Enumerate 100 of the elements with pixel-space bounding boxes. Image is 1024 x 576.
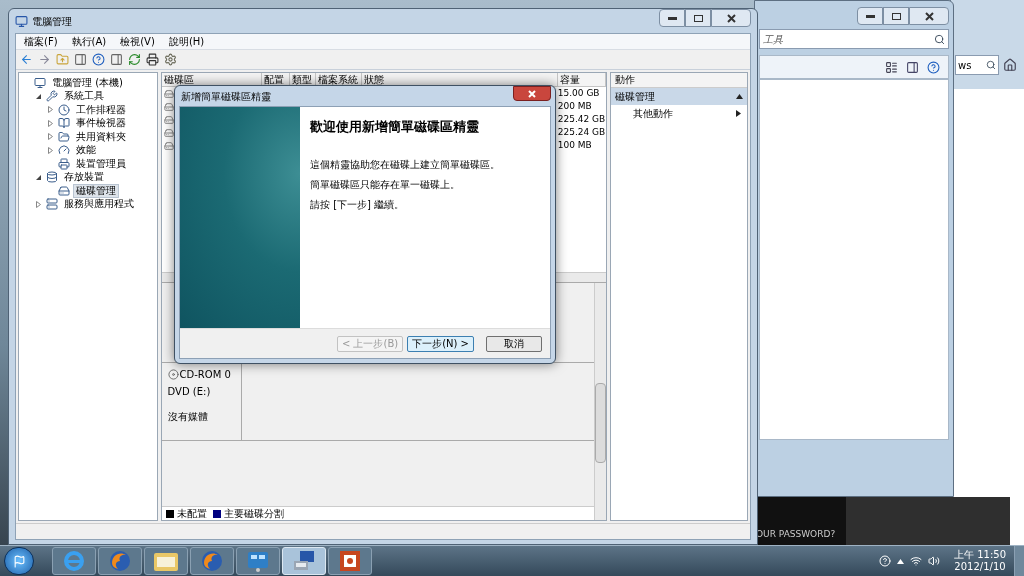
close-button[interactable] [711,9,751,27]
table-cell: 225.24 GB [557,128,606,137]
tray-arrow-icon[interactable] [897,558,904,564]
taskbar-app-button[interactable] [328,547,372,575]
expand-arrow-icon[interactable] [47,119,54,127]
actions-header: 動作 [610,73,747,88]
legend-label: 主要磁碟分割 [223,508,284,519]
app-icon [15,14,28,28]
fox-globe-icon [108,549,132,573]
tree-node-icon [58,117,70,130]
home-icon[interactable] [1003,58,1017,72]
preview-pane-icon[interactable] [906,60,919,74]
tree-item[interactable]: 系統工具 [61,89,107,104]
tree-item[interactable]: 效能 [73,143,99,158]
search-field[interactable]: ws [955,55,999,75]
wizard-button[interactable]: 下一步(N) > [407,335,474,352]
tree-node-icon [46,198,58,211]
tree-item[interactable]: 共用資料夾 [73,129,129,144]
console-tree-icon[interactable] [74,53,87,66]
table-cell-text: 200 MB [557,102,593,111]
dialog-title: 新增簡單磁碟區精靈 [180,89,271,104]
action-item[interactable]: 其他動作 [610,105,747,121]
disk-name: CD-ROM 0 [179,368,231,382]
printer-icon[interactable] [146,53,159,66]
tree-item[interactable]: 工作排程器 [73,102,129,117]
wizard-heading: 歡迎使用新增簡單磁碟區精靈 [310,118,480,136]
menu-item[interactable]: 檢視(V) [120,36,155,47]
slides-app-icon [338,549,362,573]
tree-item[interactable]: 服務與應用程式 [61,197,137,212]
close-button[interactable] [513,86,551,101]
tree-item[interactable]: 磁碟管理 [73,183,119,198]
network-icon[interactable] [910,555,922,567]
tree-node-icon [58,184,70,197]
settings-icon[interactable] [164,53,177,66]
volume-icon [163,127,174,138]
minimize-button[interactable] [659,9,685,27]
table-cell: 225.42 GB [557,115,606,124]
window-title: 電腦管理 [32,14,72,29]
tree-item[interactable]: 電腦管理 (本機) [49,75,126,90]
expand-arrow-icon[interactable] [47,106,54,114]
search-text: 工具 [763,32,783,47]
forward-arrow-icon[interactable] [38,53,51,66]
view-options-icon[interactable] [885,60,898,74]
expand-arrow-icon[interactable] [47,133,54,141]
menu-item[interactable]: 檔案(F) [24,36,58,47]
tree-node-icon [46,90,58,103]
taskbar-app-button[interactable] [190,547,234,575]
folder-icon [153,550,179,572]
volume-icon [163,101,174,112]
flag-logo-icon [12,554,26,568]
help-icon[interactable] [92,53,105,66]
tree-node-icon [58,130,70,143]
tree-item[interactable]: 事件檢視器 [73,116,129,131]
minimize-icon [667,16,677,20]
close-icon [924,11,934,21]
browser-e-icon [62,549,86,573]
wizard-text: 請按 [下一步] 繼續。 [310,198,406,211]
column-header[interactable]: 容量 [557,73,606,86]
collapse-arrow-icon[interactable] [35,173,42,181]
tree-node-icon [46,171,58,184]
refresh-icon[interactable] [128,53,141,66]
back-arrow-icon[interactable] [20,53,33,66]
vertical-scrollbar[interactable] [593,283,606,520]
wizard-button[interactable]: 取消 [486,335,542,352]
legend-label: 未配置 [176,508,207,519]
fox-globe-icon [200,549,224,573]
close-button[interactable] [909,7,949,25]
expand-arrow-icon[interactable] [35,200,42,208]
volume-icon[interactable] [928,555,940,567]
collapse-arrow-icon [736,94,743,99]
table-cell-text: 100 MB [557,141,593,150]
table-cell-text: 15.00 GB [557,89,601,98]
wizard-text: 這個精靈協助您在磁碟上建立簡單磁碟區。 [310,158,501,171]
search-icon [986,60,996,70]
actions-section[interactable]: 磁碟管理 [610,88,747,105]
menu-item[interactable]: 說明(H) [168,36,205,47]
tree-item[interactable]: 存放裝置 [61,170,107,185]
search-icon[interactable] [934,33,945,45]
wizard-text: 簡單磁碟區只能存在單一磁碟上。 [310,178,461,191]
menu-item[interactable]: 執行(A) [71,36,107,47]
tree-node-icon [34,76,46,89]
cd-drive-icon [167,369,179,380]
submenu-arrow-icon [736,109,741,117]
help-icon[interactable] [927,60,940,74]
start-button[interactable] [4,547,34,575]
expand-arrow-icon[interactable] [47,146,54,154]
taskbar-app-button[interactable] [144,547,188,575]
minimize-button[interactable] [857,7,883,25]
tree-node-icon [58,103,70,116]
computer-management-icon [291,549,317,573]
collapse-arrow-icon[interactable] [35,92,42,100]
taskbar-app-button[interactable] [236,547,280,575]
maximize-button[interactable] [685,9,711,27]
action-pane-icon[interactable] [110,53,123,66]
maximize-button[interactable] [883,7,909,25]
clock[interactable]: 上午 11:50 2012/1/10 [946,549,1014,573]
volume-icon [163,114,174,125]
tree-item[interactable]: 裝置管理員 [73,156,129,171]
taskbar-app-button[interactable] [98,547,142,575]
tree-node-icon [58,144,70,157]
